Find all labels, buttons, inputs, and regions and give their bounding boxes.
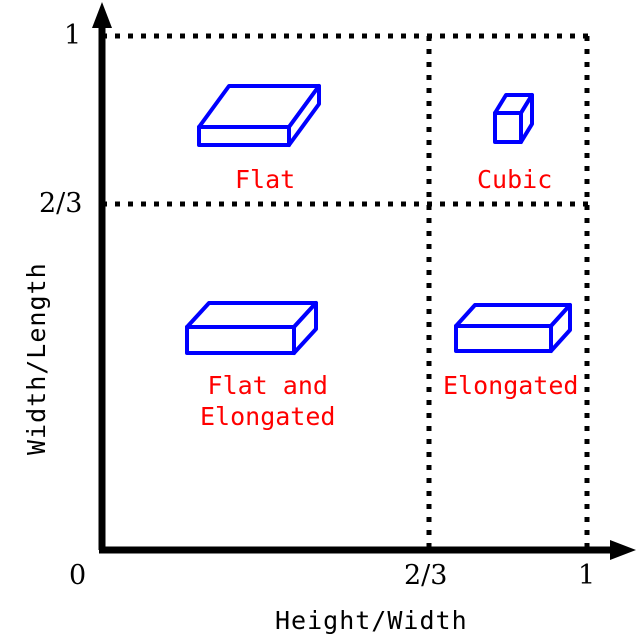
y-axis (92, 2, 112, 550)
quadrant-label-elongated: Elongated (443, 371, 579, 400)
x-tick-label-two-thirds: 2/3 (404, 560, 448, 591)
figure-canvas (92, 2, 636, 560)
x-axis (99, 540, 636, 560)
quadrant-label-cubic: Cubic (477, 165, 553, 194)
y-tick-label-two-thirds: 2/3 (39, 188, 83, 219)
shape-flat-slab (197, 84, 321, 147)
x-axis-title: Height/Width (275, 606, 468, 635)
quadrant-label-flat-and-elongated: Flat and Elongated (200, 371, 336, 432)
x-tick-label-1: 1 (578, 560, 596, 591)
particle-shape-classification-figure: 1 2/3 0 2/3 1 Width/Length Height/Width … (0, 0, 640, 642)
shape-cube (493, 93, 534, 144)
y-tick-label-1: 1 (64, 20, 82, 51)
quadrant-label-flat: Flat (235, 165, 296, 194)
x-origin-label-zero: 0 (69, 560, 87, 591)
shape-flat-elongated-slab (185, 301, 318, 355)
shape-elongated-bar (454, 303, 572, 353)
y-axis-title: Width/Length (22, 262, 51, 455)
